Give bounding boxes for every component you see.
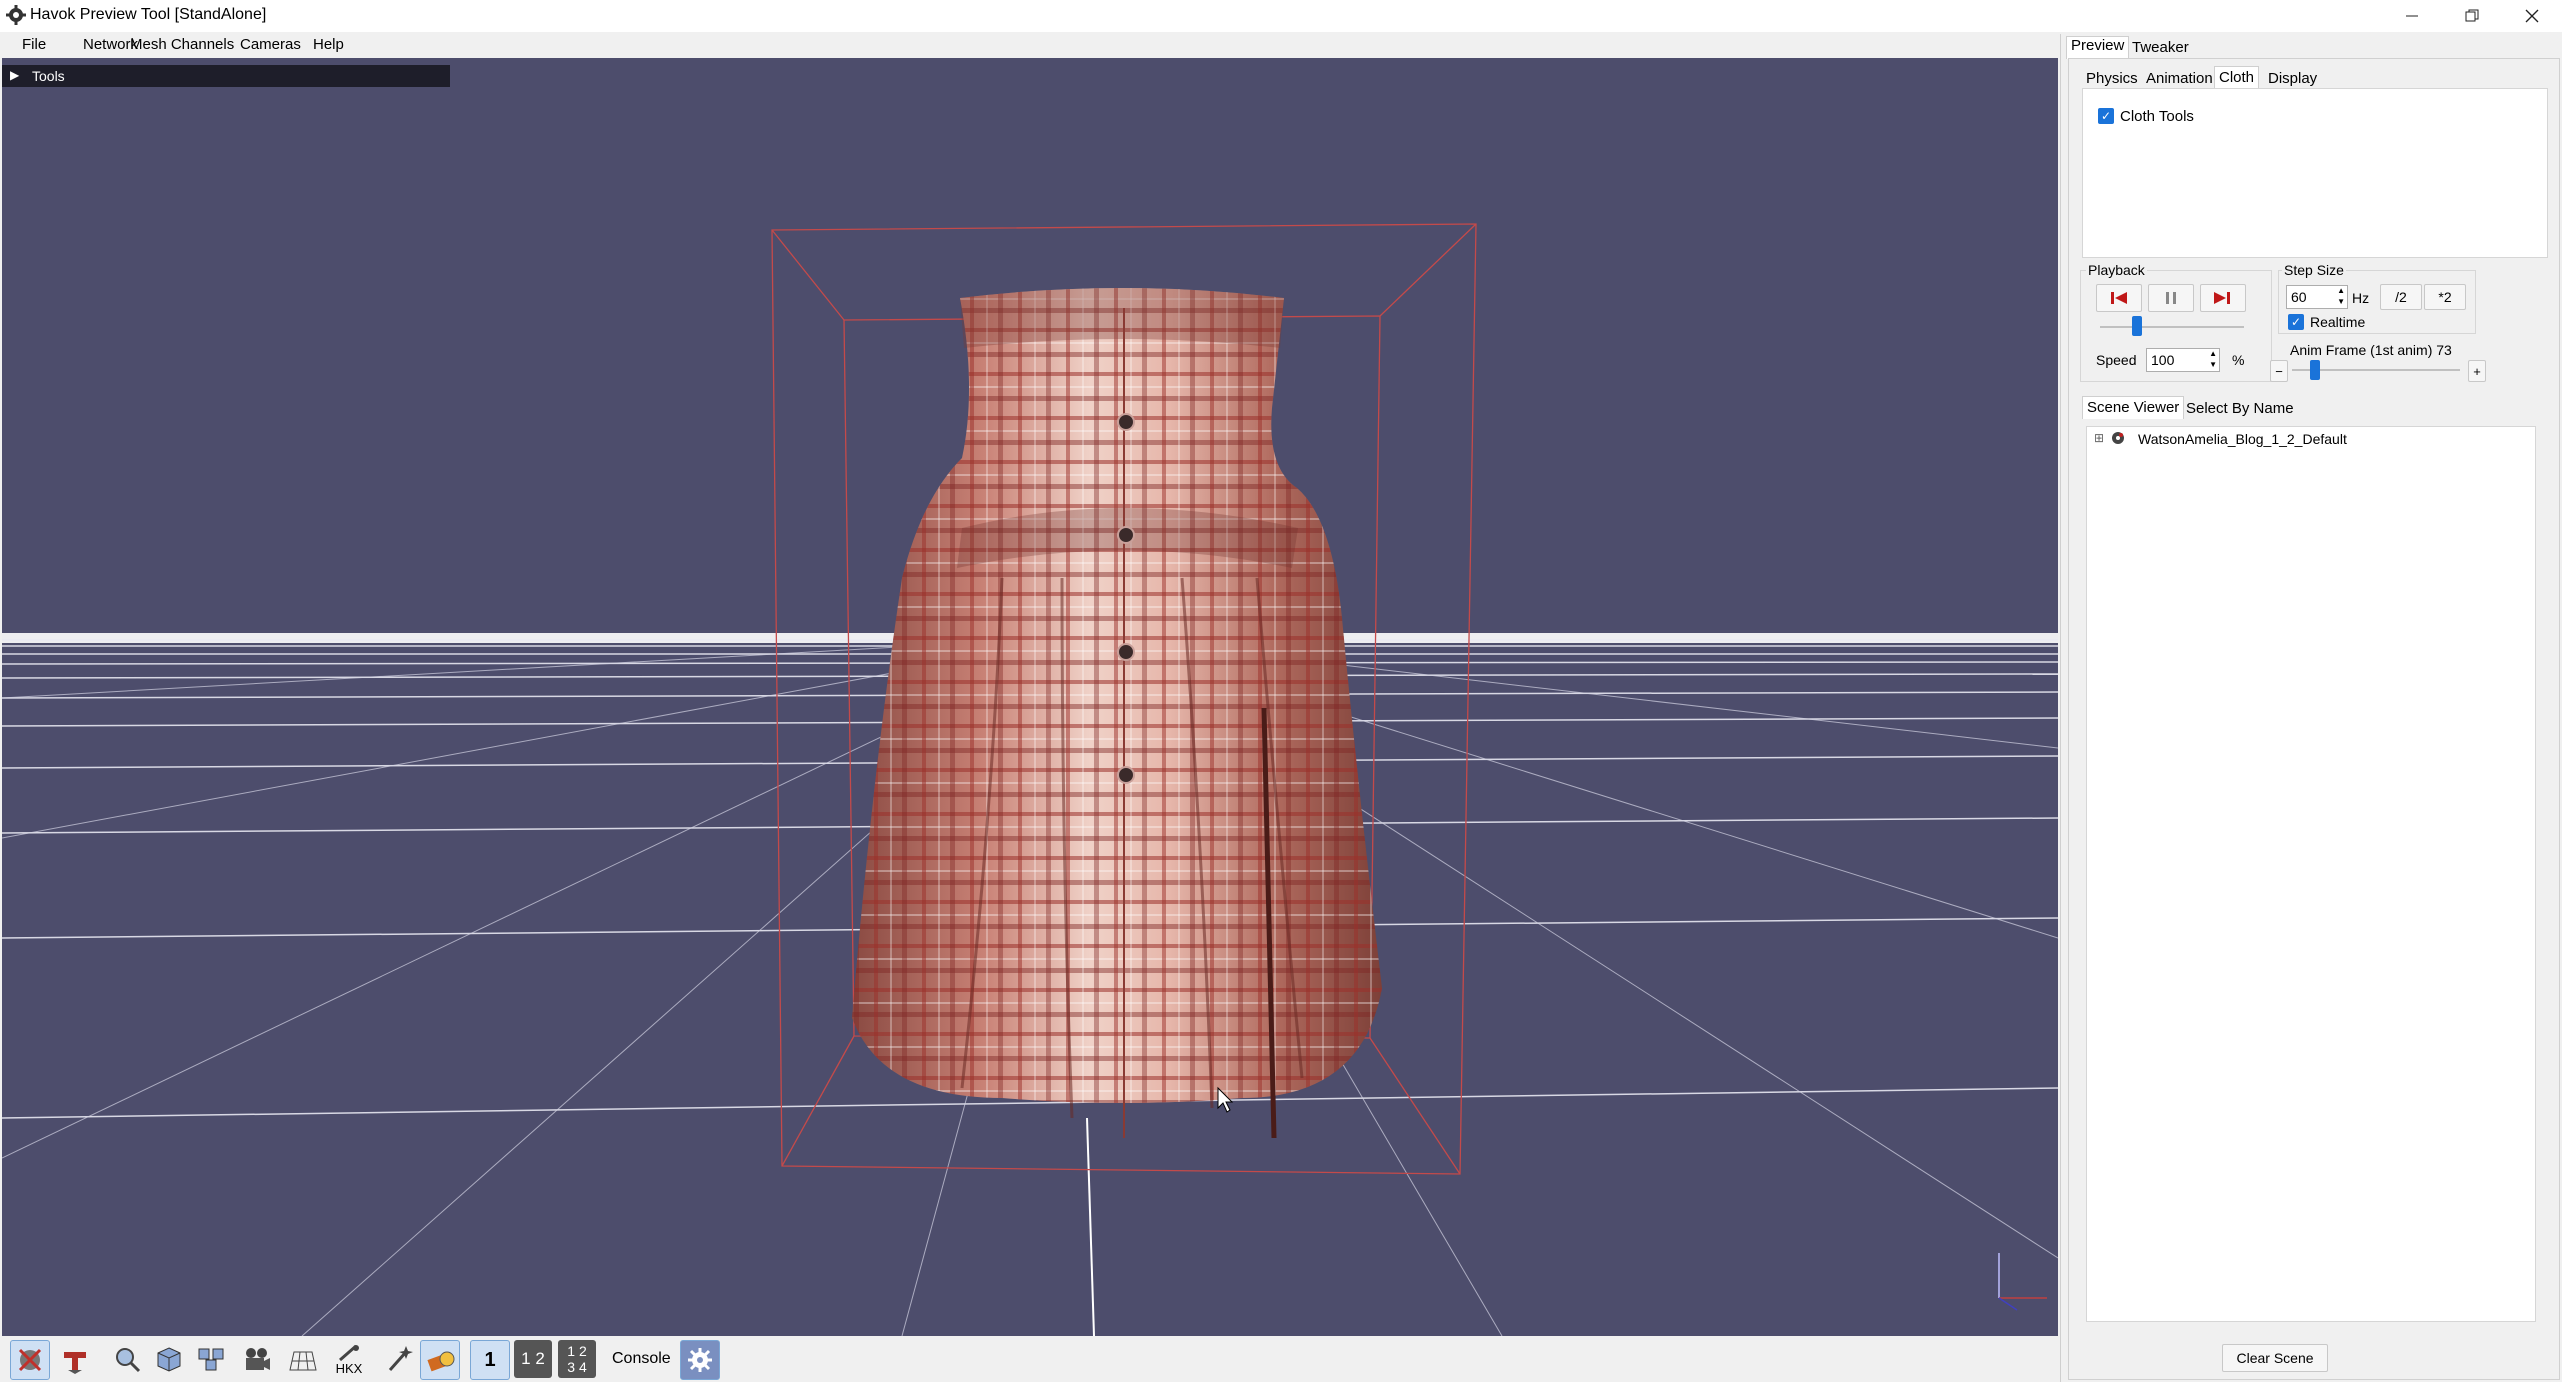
bounding-box-icon[interactable] [150, 1340, 188, 1378]
anim-frame-minus-button[interactable]: − [2270, 360, 2288, 382]
tab-cloth[interactable]: Cloth [2214, 66, 2260, 89]
tab-display[interactable]: Display [2268, 70, 2317, 87]
layout-4-bottom-label: 3 4 [567, 1359, 587, 1375]
window-title: Havok Preview Tool [StandAlone] [30, 6, 267, 23]
layout-4-button[interactable]: 1 2 3 4 [558, 1340, 596, 1378]
menu-mesh-channels[interactable]: Mesh Channels [130, 36, 234, 53]
playback-title: Playback [2086, 262, 2147, 278]
tab-select-by-name[interactable]: Select By Name [2186, 400, 2294, 417]
spin-up-icon[interactable]: ▲ [2209, 349, 2217, 358]
layout-2-button[interactable]: 1 2 [514, 1340, 552, 1378]
3d-viewport[interactable] [2, 58, 2058, 1336]
step-size-title: Step Size [2282, 262, 2346, 278]
tab-tweaker[interactable]: Tweaker [2132, 39, 2189, 56]
cloth-tools-checkbox[interactable]: ✓ [2098, 108, 2114, 124]
layout-4-top-label: 1 2 [567, 1343, 587, 1359]
scene-node-icon [2110, 430, 2126, 450]
minimize-button[interactable] [2382, 0, 2442, 32]
step-size-value: 60 [2291, 289, 2307, 305]
rewind-button[interactable] [2096, 284, 2142, 312]
havok-gear-icon [6, 5, 26, 25]
step-forward-button[interactable] [2200, 284, 2246, 312]
tab-scene-viewer[interactable]: Scene Viewer [2082, 396, 2185, 419]
step-size-spinbox[interactable]: 60 ▲ ▼ [2286, 285, 2348, 309]
close-button[interactable] [2502, 0, 2562, 32]
speed-spinbox[interactable]: 100 ▲ ▼ [2146, 348, 2220, 372]
tab-physics[interactable]: Physics [2086, 70, 2138, 87]
speed-value: 100 [2151, 352, 2175, 368]
spin-down-icon[interactable]: ▼ [2209, 360, 2217, 369]
restore-button[interactable] [2442, 0, 2502, 32]
menu-help[interactable]: Help [313, 36, 344, 53]
flashlight-icon[interactable] [420, 1340, 460, 1380]
halve-step-button[interactable]: /2 [2380, 284, 2422, 310]
menu-cameras[interactable]: Cameras [240, 36, 301, 53]
spin-up-icon[interactable]: ▲ [2337, 286, 2345, 295]
cloth-skirt-model [852, 288, 1382, 1139]
wand-icon[interactable] [380, 1340, 418, 1378]
grab-tool-icon[interactable] [56, 1340, 94, 1378]
menu-file[interactable]: File [22, 36, 46, 53]
clear-scene-button[interactable]: Clear Scene [2222, 1344, 2328, 1372]
step-size-unit: Hz [2352, 290, 2370, 306]
hkx-export-button[interactable]: HKX [330, 1340, 368, 1378]
playback-slider-track [2100, 326, 2244, 328]
anim-frame-label: Anim Frame (1st anim) 73 [2290, 342, 2452, 358]
playback-slider-thumb[interactable] [2132, 316, 2142, 336]
layout-1-button[interactable]: 1 [470, 1340, 510, 1380]
tree-expand-icon[interactable]: ⊞ [2094, 431, 2104, 445]
grid-icon[interactable] [284, 1340, 322, 1378]
realtime-checkbox[interactable]: ✓ [2288, 314, 2304, 330]
tools-panel-header[interactable]: ▶ Tools [2, 65, 450, 87]
axis-gizmo-icon [1998, 1253, 2047, 1311]
anim-frame-plus-button[interactable]: + [2468, 360, 2486, 382]
hkx-label: HKX [335, 1360, 363, 1376]
tab-animation[interactable]: Animation [2146, 70, 2213, 87]
scene-render [2, 223, 2058, 1336]
realtime-label: Realtime [2310, 314, 2366, 330]
menu-bar [0, 34, 2060, 58]
camera-icon[interactable] [238, 1340, 276, 1378]
console-button[interactable]: Console [612, 1350, 671, 1368]
settings-gear-icon[interactable] [680, 1340, 720, 1380]
double-step-button[interactable]: *2 [2424, 284, 2466, 310]
multi-box-icon[interactable] [192, 1340, 230, 1378]
speed-label: Speed [2096, 352, 2137, 368]
speed-unit: % [2232, 352, 2245, 368]
tools-label: Tools [32, 68, 65, 84]
pause-button[interactable] [2148, 284, 2194, 312]
cloth-tools-label: Cloth Tools [2120, 108, 2194, 125]
tab-preview[interactable]: Preview [2066, 36, 2130, 59]
zoom-tool-icon[interactable] [108, 1340, 146, 1378]
physics-tool-icon[interactable] [10, 1340, 50, 1380]
title-bar [0, 0, 2562, 32]
expand-arrow-icon: ▶ [10, 68, 20, 82]
scene-tree[interactable] [2086, 426, 2536, 1322]
anim-frame-slider-thumb[interactable] [2310, 360, 2320, 380]
spin-down-icon[interactable]: ▼ [2337, 297, 2345, 306]
tree-item-scene-root[interactable]: WatsonAmelia_Blog_1_2_Default [2138, 431, 2347, 447]
